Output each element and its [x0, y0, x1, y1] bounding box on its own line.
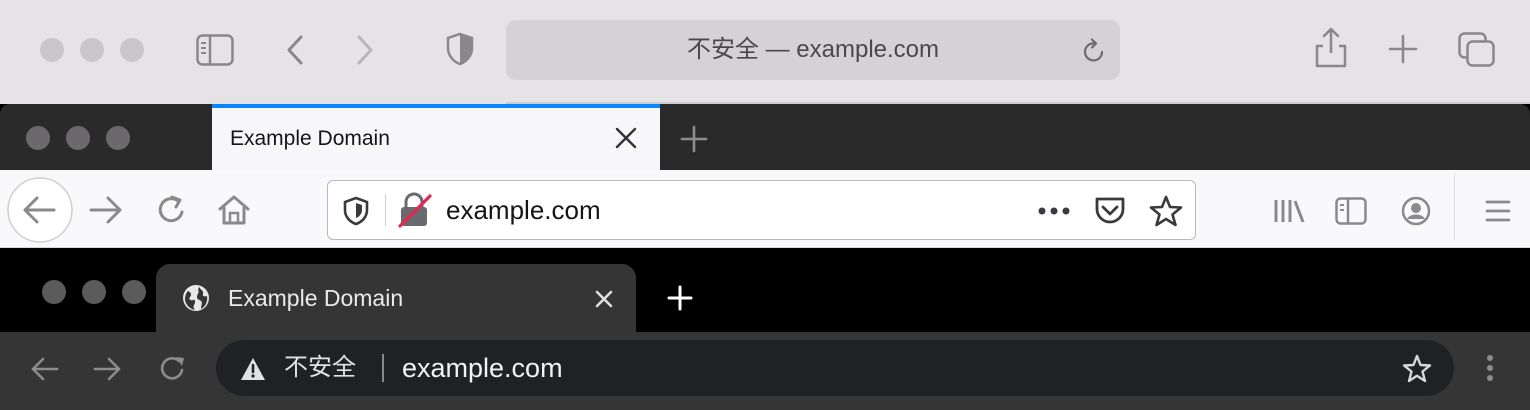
minimize-window-button[interactable]: [80, 38, 104, 62]
zoom-window-button[interactable]: [106, 126, 130, 150]
tracking-protection-shield-icon[interactable]: [343, 196, 369, 226]
insecure-lock-icon[interactable]: [398, 192, 432, 228]
share-icon[interactable]: [1314, 26, 1348, 68]
close-window-button[interactable]: [42, 280, 66, 304]
tab-title: Example Domain: [230, 127, 390, 150]
forward-icon[interactable]: [354, 34, 376, 66]
divider: [385, 194, 386, 226]
divider: [1454, 174, 1455, 240]
zoom-window-button[interactable]: [120, 38, 144, 62]
privacy-shield-icon[interactable]: [446, 32, 474, 66]
address-text: 不安全 — example.com: [686, 36, 940, 63]
reload-icon[interactable]: [158, 355, 188, 383]
pocket-icon[interactable]: [1094, 196, 1126, 226]
url-text: example.com: [446, 195, 601, 225]
firefox-window: Example Domain example.com: [0, 104, 1530, 248]
menu-dots-icon[interactable]: [1485, 354, 1495, 382]
hamburger-menu-icon[interactable]: [1485, 199, 1511, 223]
forward-icon[interactable]: [92, 356, 122, 382]
url-text: example.com: [402, 353, 563, 383]
library-icon[interactable]: [1272, 197, 1306, 225]
reload-icon[interactable]: [156, 195, 188, 225]
globe-icon: [182, 284, 210, 312]
reload-icon[interactable]: [1082, 38, 1106, 64]
close-window-button[interactable]: [26, 126, 50, 150]
page-actions-icon[interactable]: [1038, 207, 1070, 215]
sidebar-icon[interactable]: [196, 34, 234, 66]
tab-overview-icon[interactable]: [1458, 32, 1496, 68]
close-tab-icon[interactable]: [614, 126, 638, 150]
divider: [382, 354, 384, 382]
safari-window: 不安全 — example.com: [0, 0, 1530, 104]
tab-title: Example Domain: [228, 285, 404, 311]
new-tab-icon[interactable]: [680, 125, 708, 153]
home-icon[interactable]: [217, 194, 251, 226]
zoom-window-button[interactable]: [122, 280, 146, 304]
account-icon[interactable]: [1401, 196, 1431, 226]
bookmark-star-icon[interactable]: [1149, 194, 1183, 228]
warning-icon[interactable]: [240, 357, 266, 381]
bookmark-star-icon[interactable]: [1402, 354, 1432, 384]
chrome-window: Example Domain 不安全 example.com: [0, 248, 1530, 410]
back-icon[interactable]: [284, 34, 306, 66]
security-label[interactable]: 不安全: [284, 340, 356, 396]
new-tab-icon[interactable]: [667, 285, 693, 311]
new-tab-icon[interactable]: [1388, 34, 1418, 64]
back-button[interactable]: [6, 177, 74, 243]
back-icon[interactable]: [30, 356, 60, 382]
minimize-window-button[interactable]: [66, 126, 90, 150]
minimize-window-button[interactable]: [82, 280, 106, 304]
forward-icon[interactable]: [88, 196, 124, 224]
close-tab-icon[interactable]: [595, 290, 613, 308]
close-window-button[interactable]: [40, 38, 64, 62]
sidebar-icon[interactable]: [1335, 197, 1367, 225]
